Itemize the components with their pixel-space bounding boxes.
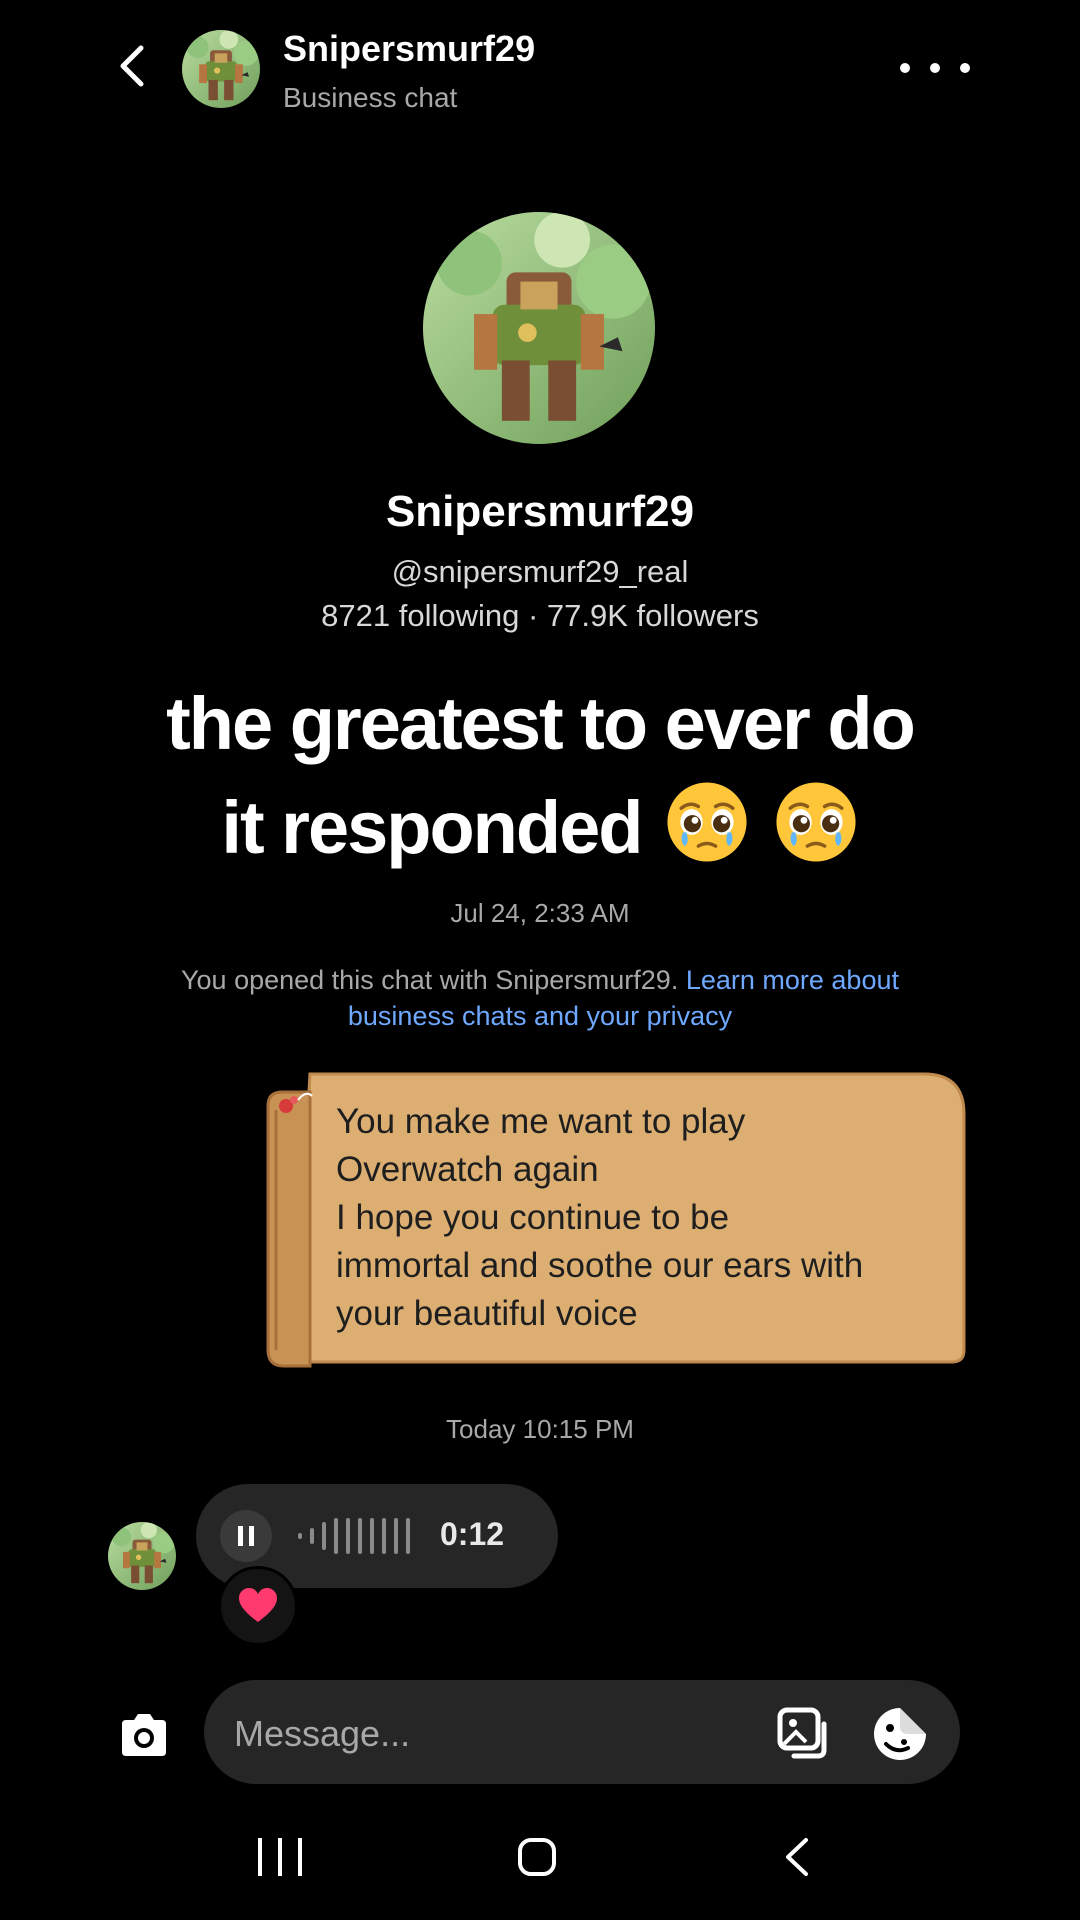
business-chat-notice: You opened this chat with Snipersmurf29.…	[140, 962, 940, 1034]
camera-icon[interactable]	[116, 1708, 172, 1764]
timestamp-first: Jul 24, 2:33 AM	[450, 898, 630, 928]
profile-name: Snipersmurf29	[385, 487, 695, 536]
waveform-icon[interactable]	[296, 1514, 426, 1558]
header-username[interactable]: Snipersmurf29	[283, 28, 535, 70]
timestamp-second: Today 10:15 PM	[446, 1414, 634, 1444]
overlay-caption: the greatest to ever do it responded	[60, 672, 1020, 880]
header-avatar[interactable]	[182, 30, 260, 108]
more-horizontal-icon	[900, 63, 910, 73]
pause-button[interactable]	[220, 1510, 272, 1562]
back-button[interactable]	[108, 42, 156, 90]
more-options-button[interactable]	[900, 48, 970, 88]
voice-duration: 0:12	[440, 1516, 505, 1552]
caption-line-2: it responded	[221, 786, 643, 869]
pleading-face-emoji-icon	[776, 782, 856, 862]
message-input[interactable]	[232, 1708, 736, 1760]
notice-text: You opened this chat with Snipersmurf29.	[181, 965, 679, 995]
caption-line-2-wrap: it responded	[60, 776, 1020, 880]
sender-avatar[interactable]	[108, 1522, 176, 1590]
pleading-face-emoji-icon	[667, 782, 747, 862]
profile-avatar[interactable]	[423, 212, 655, 444]
sticker-icon[interactable]	[870, 1704, 930, 1764]
nav-recent-apps-button[interactable]	[258, 1838, 302, 1876]
profile-handle: @snipersmurf29_real	[391, 554, 689, 589]
header-subtitle: Business chat	[283, 82, 458, 113]
chevron-left-icon	[120, 45, 144, 87]
heart-reaction[interactable]	[218, 1566, 298, 1646]
profile-stats: 8721 following · 77.9K followers	[321, 598, 759, 633]
pause-icon	[238, 1526, 243, 1546]
sent-message-text: You make me want to play Overwatch again…	[336, 1102, 864, 1333]
caption-line-1: the greatest to ever do	[166, 682, 916, 765]
nav-back-button[interactable]	[780, 1836, 814, 1878]
heart-icon	[239, 1588, 277, 1622]
nav-home-button[interactable]	[518, 1838, 556, 1876]
gallery-icon[interactable]	[776, 1706, 832, 1762]
recent-apps-icon	[258, 1838, 262, 1876]
